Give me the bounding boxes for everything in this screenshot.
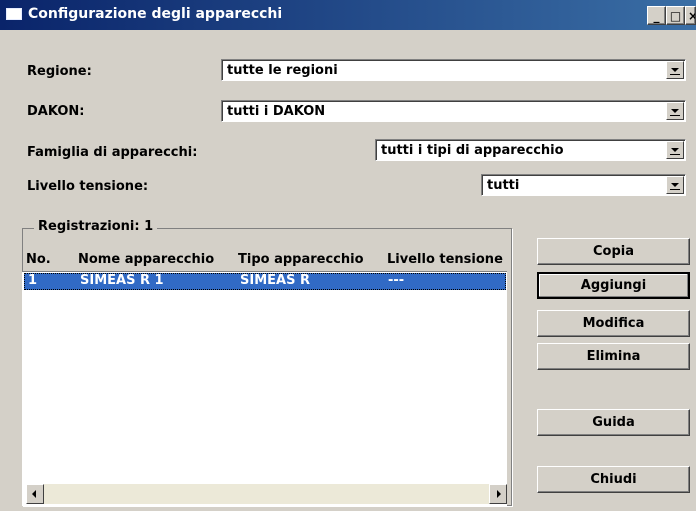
row-no: 1: [28, 273, 38, 288]
row-type: SIMEAS R: [240, 273, 310, 288]
delete-button[interactable]: Elimina: [537, 343, 690, 370]
scroll-left-icon[interactable]: [26, 484, 44, 504]
close-button[interactable]: ×: [685, 6, 696, 25]
records-count: Registrazioni: 1: [34, 219, 158, 234]
edit-button[interactable]: Modifica: [537, 310, 690, 337]
row-name: SIMEAS R 1: [80, 273, 164, 288]
dakon-select[interactable]: tutti i DAKON: [221, 100, 686, 122]
column-header-no[interactable]: No.: [26, 252, 51, 267]
scroll-right-icon[interactable]: [489, 484, 507, 504]
region-value: tutte le regioni: [227, 63, 338, 78]
region-select[interactable]: tutte le regioni: [221, 59, 686, 81]
dakon-value: tutti i DAKON: [227, 104, 326, 119]
maximize-button[interactable]: □: [666, 6, 685, 25]
help-button[interactable]: Guida: [537, 409, 690, 436]
column-header-type[interactable]: Tipo apparecchio: [238, 252, 364, 267]
voltage-value: tutti: [487, 178, 520, 193]
minimize-button[interactable]: _: [647, 6, 666, 25]
chevron-down-icon[interactable]: [666, 61, 684, 79]
dakon-label: DAKON:: [27, 104, 85, 119]
window-title: Configurazione degli apparecchi: [28, 6, 283, 22]
chevron-down-icon[interactable]: [666, 102, 684, 120]
family-select[interactable]: tutti i tipi di apparecchio: [375, 139, 686, 161]
column-header-name[interactable]: Nome apparecchio: [78, 252, 214, 267]
voltage-label: Livello tensione:: [27, 179, 149, 194]
family-value: tutti i tipi di apparecchio: [381, 143, 564, 158]
row-voltage: ---: [388, 273, 405, 288]
chevron-down-icon[interactable]: [666, 176, 684, 194]
voltage-select[interactable]: tutti: [481, 174, 686, 196]
family-label: Famiglia di apparecchi:: [27, 145, 198, 160]
close-dialog-button[interactable]: Chiudi: [537, 466, 690, 493]
column-header-voltage[interactable]: Livello tensione: [387, 252, 503, 267]
title-bar[interactable]: Configurazione degli apparecchi _ □ ×: [0, 0, 696, 30]
copy-button[interactable]: Copia: [537, 238, 690, 265]
device-list[interactable]: [22, 271, 507, 506]
region-label: Regione:: [27, 64, 92, 79]
add-button[interactable]: Aggiungi: [537, 272, 690, 299]
window-icon: [6, 8, 22, 20]
chevron-down-icon[interactable]: [666, 141, 684, 159]
horizontal-scrollbar[interactable]: [26, 484, 507, 504]
